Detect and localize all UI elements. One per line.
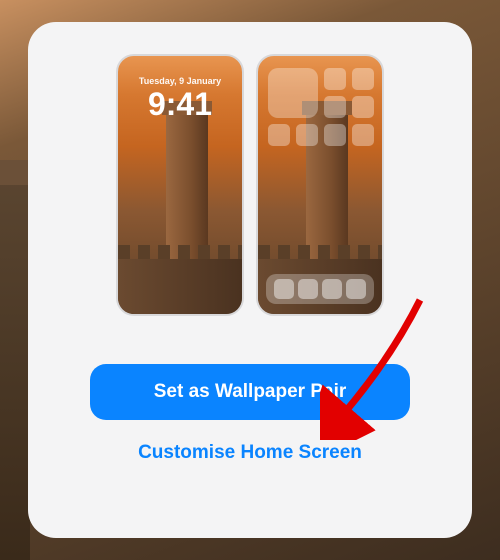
preview-wall-graphic	[118, 259, 242, 314]
customise-home-screen-button[interactable]: Customise Home Screen	[138, 442, 362, 464]
app-icon-placeholder	[324, 124, 346, 146]
lockscreen-clock: Tuesday, 9 January 9:41	[118, 76, 242, 120]
homescreen-app-grid	[268, 68, 372, 146]
homescreen-dock	[266, 274, 374, 304]
homescreen-preview	[256, 54, 384, 316]
dock-icon-placeholder	[298, 279, 318, 299]
lockscreen-preview: Tuesday, 9 January 9:41	[116, 54, 244, 316]
wallpaper-previews: Tuesday, 9 January 9:41	[116, 54, 384, 316]
app-icon-placeholder	[352, 96, 374, 118]
app-icon-placeholder	[296, 124, 318, 146]
background-wall-top	[0, 160, 30, 185]
dock-icon-placeholder	[274, 279, 294, 299]
app-icon-placeholder	[352, 124, 374, 146]
preview-tower-graphic	[166, 111, 208, 261]
lockscreen-time: 9:41	[118, 88, 242, 120]
app-icon-placeholder	[352, 68, 374, 90]
lockscreen-date: Tuesday, 9 January	[118, 76, 242, 86]
dock-icon-placeholder	[346, 279, 366, 299]
app-icon-placeholder	[324, 96, 346, 118]
dock-icon-placeholder	[322, 279, 342, 299]
background-wall	[0, 180, 30, 560]
app-widget-placeholder	[268, 68, 318, 118]
app-icon-placeholder	[268, 124, 290, 146]
set-wallpaper-pair-button[interactable]: Set as Wallpaper Pair	[90, 364, 410, 420]
wallpaper-options-card: Tuesday, 9 January 9:41	[28, 22, 472, 538]
app-icon-placeholder	[324, 68, 346, 90]
